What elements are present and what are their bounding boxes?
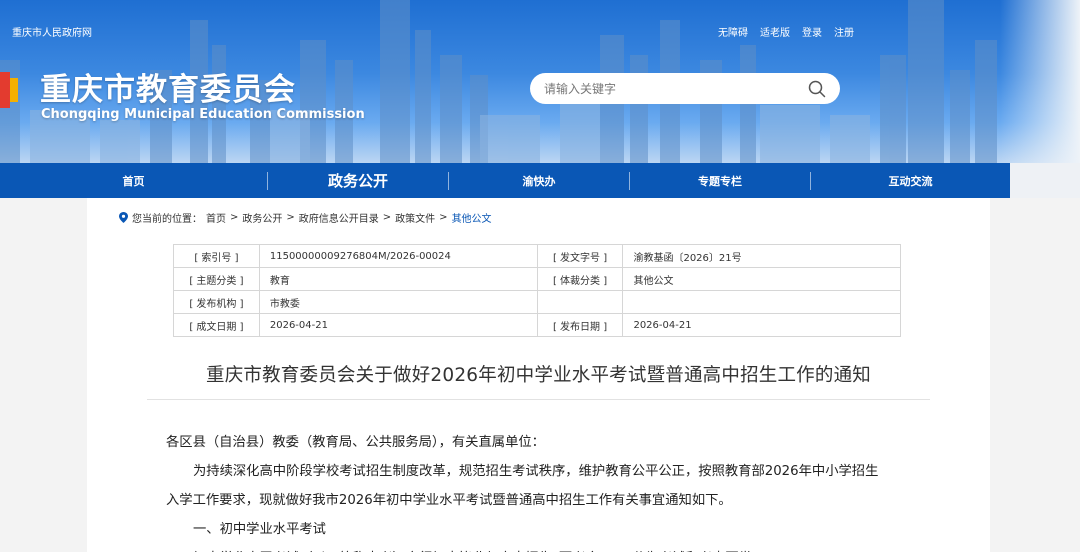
- title-divider: [147, 399, 930, 400]
- breadcrumb: 您当前的位置： 首页 > 政务公开 > 政府信息公开目录 > 政策文件 > 其他…: [119, 210, 492, 225]
- meta-key-publish-date: [ 发布日期 ]: [536, 313, 624, 337]
- meta-key-index: [ 索引号 ]: [173, 244, 260, 268]
- table-row: [ 成文日期 ] 2026-04-21 [ 发布日期 ] 2026-04-21: [173, 313, 901, 337]
- meta-value-publisher: 市教委: [258, 290, 538, 314]
- search-input[interactable]: [544, 81, 808, 96]
- gov-portal-link[interactable]: 重庆市人民政府网: [12, 24, 92, 39]
- nav-right-fade: [1010, 163, 1080, 198]
- meta-key-written-date: [ 成文日期 ]: [173, 313, 260, 337]
- document-meta-table: [ 索引号 ] 11500000009276804M/2026-00024 [ …: [173, 244, 901, 337]
- breadcrumb-home[interactable]: 首页: [206, 210, 226, 225]
- meta-key-empty: [536, 290, 624, 314]
- table-row: [ 索引号 ] 11500000009276804M/2026-00024 [ …: [173, 244, 901, 268]
- accessibility-link[interactable]: 无障碍: [718, 24, 748, 39]
- site-title[interactable]: 重庆市教育委员会: [40, 64, 296, 109]
- breadcrumb-separator: >: [230, 212, 239, 223]
- meta-value-written-date: 2026-04-21: [258, 313, 538, 337]
- header-banner: 重庆市人民政府网 无障碍 适老版 登录 注册 重庆市教育委员会 Chongqin…: [0, 0, 1080, 163]
- location-pin-icon: [119, 212, 128, 223]
- banner-right-fade: [1000, 0, 1080, 163]
- breadcrumb-separator: >: [382, 212, 392, 223]
- meta-key-topic: [ 主题分类 ]: [173, 267, 260, 291]
- meta-value-index: 11500000009276804M/2026-00024: [258, 244, 538, 268]
- document-title: 重庆市教育委员会关于做好2026年初中学业水平考试暨普通高中招生工作的通知: [206, 365, 871, 386]
- meta-key-genre: [ 体裁分类 ]: [536, 267, 624, 291]
- nav-yu-kuai-ban[interactable]: 渝快办: [449, 163, 629, 198]
- meta-value-publish-date: 2026-04-21: [622, 313, 901, 337]
- top-utility-links: 无障碍 适老版 登录 注册: [718, 24, 854, 39]
- meta-key-doc-number: [ 发文字号 ]: [536, 244, 624, 268]
- nav-home[interactable]: 首页: [0, 163, 267, 198]
- section-heading: 一、初中学业水平考试: [193, 522, 326, 537]
- search-box: [530, 73, 840, 104]
- paragraph-intro-line2: 入学工作要求，现就做好我市2026年初中学业水平考试暨普通高中招生工作有关事宜通…: [166, 493, 732, 508]
- meta-value-genre: 其他公文: [622, 267, 901, 291]
- main-nav: 首页 政务公开 渝快办 专题专栏 互动交流: [0, 163, 1010, 198]
- table-row: [ 主题分类 ] 教育 [ 体裁分类 ] 其他公文: [173, 267, 901, 291]
- breadcrumb-other-docs[interactable]: 其他公文: [452, 210, 492, 225]
- breadcrumb-label: 您当前的位置：: [132, 214, 202, 225]
- nav-gov-affairs[interactable]: 政务公开: [268, 163, 448, 198]
- breadcrumb-separator: >: [439, 212, 448, 223]
- table-row: [ 发布机构 ] 市教委: [173, 290, 901, 314]
- meta-key-publisher: [ 发布机构 ]: [173, 290, 260, 314]
- nav-interaction[interactable]: 互动交流: [811, 163, 1010, 198]
- nav-special-topics[interactable]: 专题专栏: [630, 163, 810, 198]
- meta-value-doc-number: 渝教基函〔2026〕21号: [622, 244, 901, 268]
- paragraph-exam: 初中学业水平考试（以下简称中考）实行初中毕业与高中招生“两考合一”，分为考试和考…: [166, 544, 906, 552]
- breadcrumb-separator: >: [286, 212, 295, 223]
- meta-value-empty: [622, 290, 901, 314]
- elderly-mode-link[interactable]: 适老版: [760, 24, 790, 39]
- register-link[interactable]: 注册: [834, 24, 854, 39]
- breadcrumb-info-catalog[interactable]: 政府信息公开目录: [299, 210, 379, 225]
- salutation: 各区县（自治县）教委（教育局、公共服务局），有关直属单位：: [166, 435, 545, 450]
- breadcrumb-gov-affairs[interactable]: 政务公开: [242, 210, 282, 225]
- document-body: 各区县（自治县）教委（教育局、公共服务局），有关直属单位： 为持续深化高中阶段学…: [166, 428, 906, 552]
- search-icon[interactable]: [808, 80, 826, 98]
- content-panel: 您当前的位置： 首页 > 政务公开 > 政府信息公开目录 > 政策文件 > 其他…: [87, 198, 990, 552]
- breadcrumb-policy-docs[interactable]: 政策文件: [395, 210, 435, 225]
- logo-mark: [0, 72, 18, 108]
- site-subtitle: Chongqing Municipal Education Commission: [41, 107, 365, 122]
- meta-value-topic: 教育: [258, 267, 538, 291]
- paragraph-intro-line1: 为持续深化高中阶段学校考试招生制度改革，规范招生考试秩序，维护教育公平公正，按照…: [193, 464, 879, 479]
- login-link[interactable]: 登录: [802, 24, 822, 39]
